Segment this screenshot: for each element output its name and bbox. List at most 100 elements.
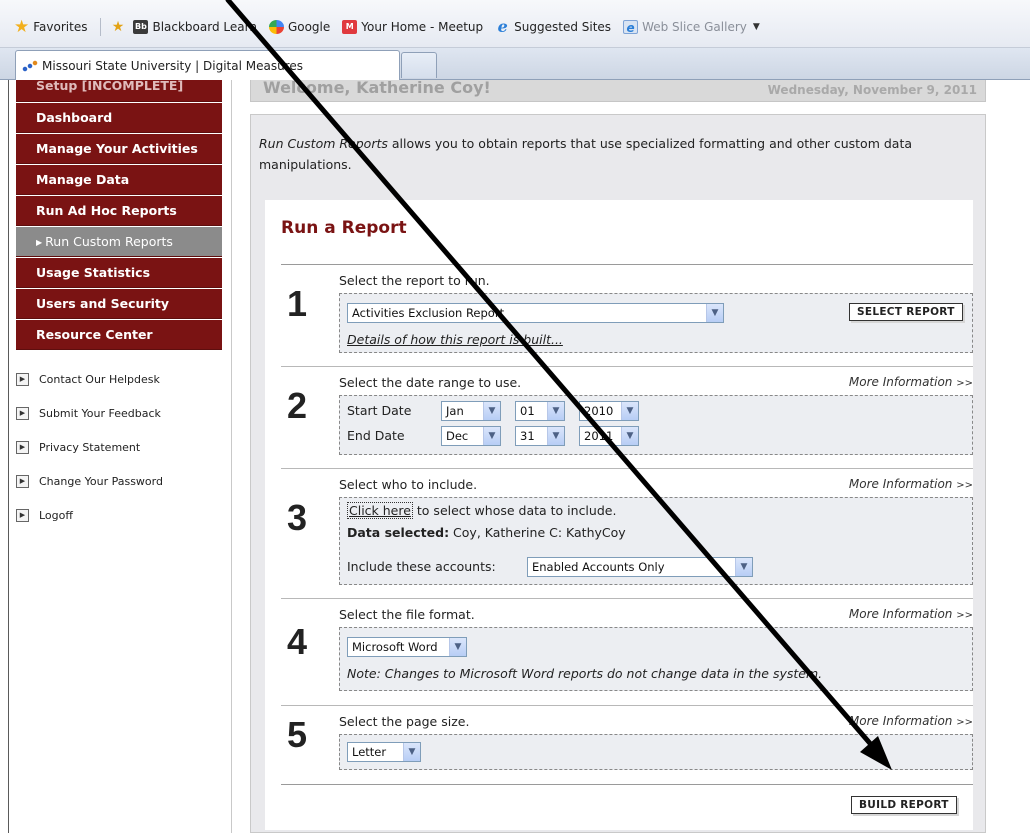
play-icon: ▶: [16, 372, 29, 386]
more-information-link[interactable]: More Information >>: [849, 714, 973, 728]
step-number: 2: [287, 385, 308, 426]
favorites-button[interactable]: ★ Favorites: [10, 16, 91, 37]
more-information-link[interactable]: More Information >>: [849, 607, 973, 621]
step-1: 1 Select the report to run. Activities E…: [281, 265, 973, 365]
run-report-heading: Run a Report: [281, 218, 407, 238]
sidebar-divider: [231, 80, 232, 833]
more-information-link[interactable]: More Information >>: [849, 477, 973, 491]
step-3: 3 Select who to include. More Informatio…: [281, 469, 973, 597]
step-label: Select the file format.: [339, 607, 475, 622]
chevron-down-icon: ▼: [621, 427, 638, 445]
link-contact-helpdesk[interactable]: ▶ Contact Our Helpdesk: [16, 362, 222, 396]
run-report-card: Run a Report 1 Select the report to run.…: [265, 200, 973, 830]
step-number: 5: [287, 714, 308, 755]
step-label: Select the page size.: [339, 714, 470, 729]
start-year-select[interactable]: 2010 ▼: [579, 401, 639, 421]
sidebar: Setup [INCOMPLETE] Dashboard Manage Your…: [16, 80, 222, 833]
play-icon: ▶: [16, 508, 29, 522]
data-selected: Data selected: Coy, Katherine C: KathyCo…: [347, 525, 626, 540]
sidebar-item-users-security[interactable]: Users and Security: [16, 289, 222, 319]
link-change-password[interactable]: ▶ Change Your Password: [16, 464, 222, 498]
chevron-down-icon: ▼: [547, 427, 564, 445]
page-size-select[interactable]: Letter ▼: [347, 742, 421, 762]
google-icon: [268, 20, 284, 34]
step-number: 4: [287, 621, 308, 662]
favorite-web-slice-gallery[interactable]: e Web Slice Gallery ▼: [619, 20, 764, 35]
click-here-link[interactable]: Click here: [347, 502, 413, 519]
end-month-select[interactable]: Dec ▼: [441, 426, 501, 446]
play-icon: ▶: [16, 406, 29, 420]
meetup-icon: M: [342, 20, 358, 34]
sidebar-nav: Setup [INCOMPLETE] Dashboard Manage Your…: [16, 80, 222, 350]
details-link[interactable]: Details of how this report is built...: [347, 332, 563, 347]
triangle-right-icon: ▶: [36, 238, 43, 247]
more-information-link[interactable]: More Information >>: [849, 375, 973, 389]
custom-reports-panel: Run Custom Reports allows you to obtain …: [250, 114, 986, 833]
sidebar-item-manage-data[interactable]: Manage Data: [16, 165, 222, 195]
step-5: 5 Select the page size. More Information…: [281, 706, 973, 784]
step-label: Select the report to run.: [339, 273, 490, 288]
format-note: Note: Changes to Microsoft Word reports …: [347, 666, 823, 681]
favorite-meetup[interactable]: M Your Home - Meetup: [338, 20, 487, 34]
sidebar-links: ▶ Contact Our Helpdesk ▶ Submit Your Fee…: [16, 362, 222, 532]
link-privacy-statement[interactable]: ▶ Privacy Statement: [16, 430, 222, 464]
favorite-suggested-sites[interactable]: e Suggested Sites: [491, 17, 615, 36]
step-number: 1: [287, 283, 308, 324]
format-select[interactable]: Microsoft Word ▼: [347, 637, 467, 657]
welcome-title: Welcome, Katherine Coy!: [263, 78, 491, 97]
sidebar-item-dashboard[interactable]: Dashboard: [16, 103, 222, 133]
step-4: 4 Select the file format. More Informati…: [281, 599, 973, 705]
tab-title: Missouri State University | Digital Meas…: [42, 58, 303, 73]
favorites-star-icon: ★: [14, 16, 30, 37]
sidebar-item-usage-statistics[interactable]: Usage Statistics: [16, 258, 222, 288]
play-icon: ▶: [16, 440, 29, 454]
play-icon: ▶: [16, 474, 29, 488]
chevron-down-icon: ▼: [449, 638, 466, 656]
main-content: Welcome, Katherine Coy! Wednesday, Novem…: [250, 78, 986, 833]
sidebar-item-custom-reports[interactable]: ▶ Run Custom Reports: [16, 227, 222, 257]
chevron-down-icon: ▼: [483, 402, 500, 420]
chevron-down-icon: ▼: [706, 304, 723, 322]
sidebar-item-ad-hoc-reports[interactable]: Run Ad Hoc Reports: [16, 196, 222, 226]
build-report-button[interactable]: BUILD REPORT: [851, 796, 957, 814]
report-select[interactable]: Activities Exclusion Report ▼: [347, 303, 724, 323]
step-label: Select who to include.: [339, 477, 478, 492]
sidebar-item-resource-center[interactable]: Resource Center: [16, 320, 222, 350]
link-submit-feedback[interactable]: ▶ Submit Your Feedback: [16, 396, 222, 430]
step-number: 3: [287, 497, 308, 538]
favorite-google[interactable]: Google: [265, 20, 334, 34]
blackboard-icon: Bb: [133, 20, 149, 34]
add-to-favorites-icon[interactable]: ★: [110, 20, 125, 34]
internet-explorer-icon: e: [497, 17, 508, 36]
sidebar-item-manage-activities[interactable]: Manage Your Activities: [16, 134, 222, 164]
chevron-down-icon: ▼: [621, 402, 638, 420]
step-2-box: [339, 395, 973, 455]
divider: [100, 18, 102, 36]
divider: [281, 784, 973, 785]
browser-tab[interactable]: Missouri State University | Digital Meas…: [15, 50, 400, 80]
end-year-select[interactable]: 2011 ▼: [579, 426, 639, 446]
accounts-label: Include these accounts:: [347, 559, 496, 574]
sidebar-item-setup[interactable]: Setup [INCOMPLETE]: [16, 80, 222, 102]
tab-bar: Missouri State University | Digital Meas…: [0, 48, 1030, 80]
chevron-down-icon: ▼: [547, 402, 564, 420]
web-slice-icon: e: [623, 20, 639, 35]
link-logoff[interactable]: ▶ Logoff: [16, 498, 222, 532]
start-date-label: Start Date: [347, 403, 412, 418]
chevron-down-icon: ▼: [735, 558, 752, 576]
end-day-select[interactable]: 31 ▼: [515, 426, 565, 446]
start-month-select[interactable]: Jan ▼: [441, 401, 501, 421]
step-5-box: [339, 734, 973, 770]
chevron-down-icon: ▼: [483, 427, 500, 445]
accounts-select[interactable]: Enabled Accounts Only ▼: [527, 557, 753, 577]
step-label: Select the date range to use.: [339, 375, 522, 390]
window-edge: [0, 80, 9, 833]
digital-measures-icon: [22, 59, 38, 72]
new-tab-button[interactable]: [401, 52, 437, 78]
select-report-button[interactable]: SELECT REPORT: [849, 303, 963, 321]
start-day-select[interactable]: 01 ▼: [515, 401, 565, 421]
favorite-blackboard-learn[interactable]: Bb Blackboard Learn: [129, 20, 260, 34]
welcome-header: Welcome, Katherine Coy! Wednesday, Novem…: [250, 78, 986, 102]
select-whose-data: Click here to select whose data to inclu…: [347, 502, 617, 519]
welcome-date: Wednesday, November 9, 2011: [767, 83, 977, 97]
